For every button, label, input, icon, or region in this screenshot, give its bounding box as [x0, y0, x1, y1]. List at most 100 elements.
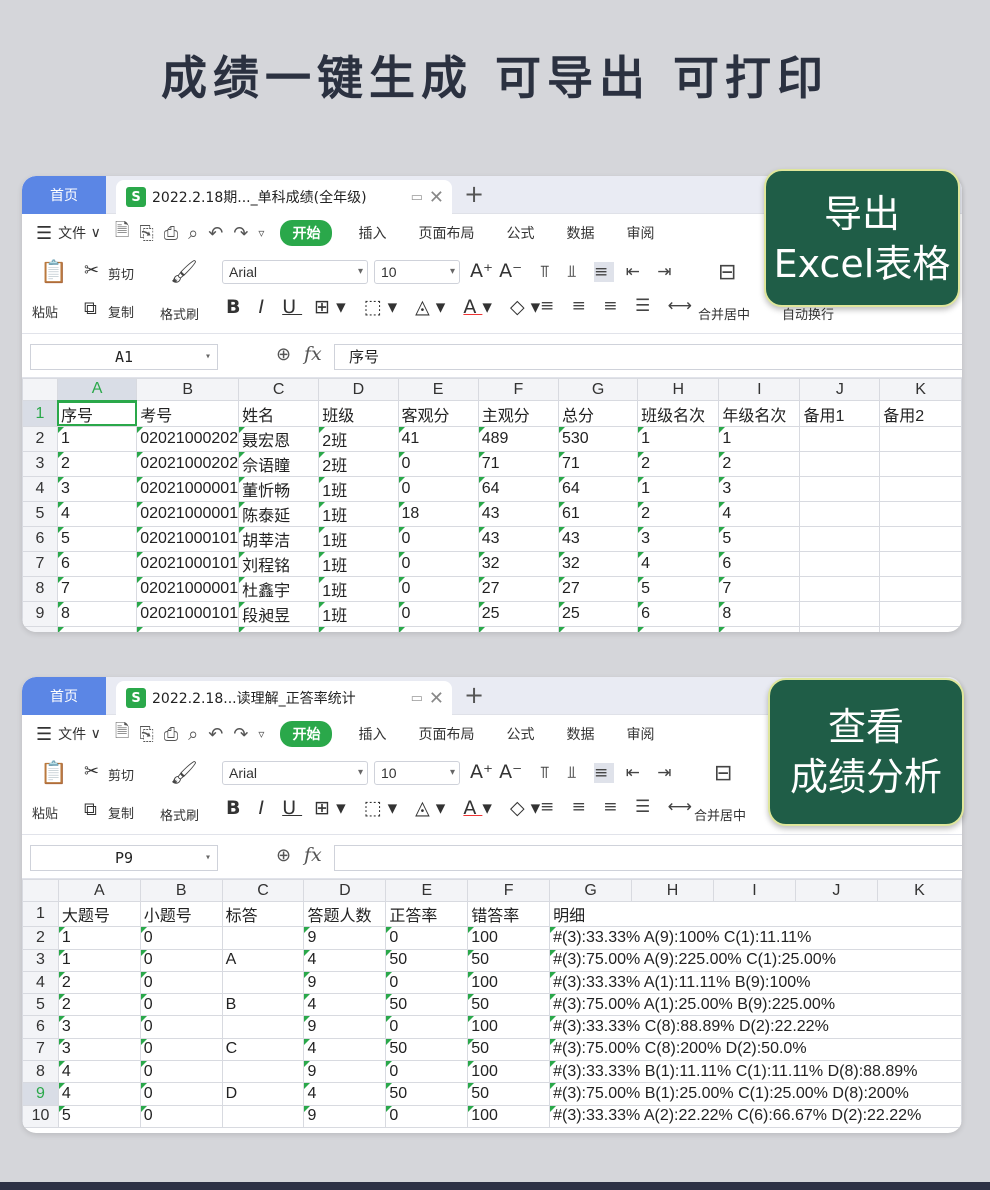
- grow-font-icon[interactable]: A⁺ A⁻: [470, 260, 522, 282]
- cell[interactable]: 25: [477, 625, 559, 632]
- cell[interactable]: 2: [57, 993, 141, 1017]
- column-header[interactable]: H: [637, 377, 720, 402]
- cell[interactable]: 4: [303, 1082, 387, 1106]
- cell[interactable]: 50: [385, 948, 469, 972]
- cell[interactable]: 32: [477, 550, 559, 577]
- row-header[interactable]: 3: [22, 450, 58, 477]
- zoom-icon[interactable]: ⊕: [276, 344, 291, 365]
- cell[interactable]: 3: [56, 475, 138, 502]
- cell[interactable]: 50: [385, 1082, 469, 1106]
- print-icon[interactable]: ⎙: [164, 223, 178, 244]
- row-header[interactable]: 10: [22, 625, 58, 632]
- cell[interactable]: #(3):33.33% B(1):11.11% C(1):11.11% D(8)…: [549, 1060, 962, 1084]
- cell[interactable]: 6: [718, 550, 801, 577]
- cell[interactable]: [221, 1104, 305, 1128]
- cell[interactable]: 4: [57, 1082, 141, 1106]
- cell[interactable]: [879, 625, 962, 632]
- tab-document[interactable]: S 2022.2.18...读理解_正答率统计 ▭ ✕: [116, 681, 452, 715]
- cell[interactable]: [879, 575, 962, 602]
- brush-icon[interactable]: 🖌: [170, 260, 198, 285]
- cell[interactable]: [799, 575, 881, 602]
- row-header[interactable]: 7: [22, 1037, 59, 1062]
- cell[interactable]: 8: [718, 625, 801, 632]
- font-family-select[interactable]: Arial ▾: [222, 260, 368, 284]
- column-header[interactable]: F: [477, 377, 559, 402]
- row-header[interactable]: 3: [22, 948, 59, 972]
- column-header[interactable]: D: [318, 377, 399, 402]
- menu-page-layout[interactable]: 页面布局: [418, 724, 474, 744]
- cell[interactable]: [879, 475, 962, 502]
- quick-more-icon[interactable]: ▿: [258, 226, 264, 240]
- cell[interactable]: 1班: [318, 525, 399, 552]
- cell[interactable]: 0: [385, 970, 469, 995]
- cell[interactable]: 02021000202: [136, 425, 240, 452]
- undo-icon[interactable]: ↶: [208, 724, 223, 745]
- plus-icon[interactable]: +: [464, 681, 484, 709]
- cell[interactable]: 8: [718, 600, 801, 627]
- row-header[interactable]: 6: [22, 525, 58, 552]
- cell[interactable]: 61: [557, 500, 639, 527]
- cell[interactable]: 3: [718, 475, 801, 502]
- row-header[interactable]: 7: [22, 550, 58, 577]
- cell[interactable]: D: [221, 1082, 305, 1106]
- column-header[interactable]: J: [799, 377, 881, 402]
- cell[interactable]: 50: [467, 1037, 551, 1062]
- cell[interactable]: #(3):33.33% A(2):22.22% C(6):66.67% D(2)…: [549, 1104, 962, 1128]
- row-header[interactable]: 5: [22, 993, 59, 1017]
- column-header[interactable]: H: [631, 878, 714, 903]
- cell[interactable]: 27: [557, 575, 639, 602]
- cell[interactable]: 客观分: [397, 400, 479, 427]
- row-header[interactable]: 4: [22, 475, 58, 502]
- font-family-select[interactable]: Arial ▾: [222, 761, 368, 785]
- copy-button[interactable]: 复制: [108, 302, 134, 321]
- fx-icon[interactable]: fx: [304, 844, 322, 866]
- row-header[interactable]: 4: [22, 970, 59, 995]
- cell[interactable]: [799, 625, 881, 632]
- cell[interactable]: 0: [397, 525, 479, 552]
- cell[interactable]: 50: [467, 948, 551, 972]
- cell[interactable]: 备用1: [799, 400, 881, 427]
- redo-icon[interactable]: ↷: [233, 724, 248, 745]
- cell[interactable]: 龚公涵: [238, 625, 320, 632]
- cell[interactable]: 错答率: [467, 901, 551, 928]
- cell[interactable]: 100: [467, 1104, 551, 1128]
- grow-font-icon[interactable]: A⁺ A⁻: [470, 761, 522, 783]
- cell[interactable]: 胡莘洁: [238, 525, 320, 552]
- cell[interactable]: 7: [718, 575, 801, 602]
- brush-icon[interactable]: 🖌: [170, 761, 198, 786]
- cell[interactable]: 32: [557, 550, 639, 577]
- menu-file[interactable]: ☰ 文件 ∨: [36, 223, 101, 244]
- menu-data[interactable]: 数据: [566, 724, 594, 744]
- cell[interactable]: 1: [57, 948, 141, 972]
- cell[interactable]: 0: [397, 475, 479, 502]
- cell[interactable]: 9: [303, 1015, 387, 1039]
- cell[interactable]: 姓名: [238, 400, 320, 427]
- copy-icon[interactable]: ⧉: [84, 298, 97, 319]
- column-header[interactable]: C: [221, 878, 305, 903]
- cell[interactable]: 0: [385, 1104, 469, 1128]
- zoom-icon[interactable]: ⊕: [276, 845, 291, 866]
- cell[interactable]: 4: [303, 993, 387, 1017]
- preview-icon[interactable]: ⌕: [188, 724, 198, 745]
- cell[interactable]: 02021000101: [136, 600, 240, 627]
- cut-button[interactable]: 剪切: [108, 765, 134, 784]
- row-header[interactable]: 2: [22, 926, 59, 950]
- cell[interactable]: 9: [56, 625, 138, 632]
- sheet-grid[interactable]: A B C D E F G H I J K 1 大题号 小题号 标答 答题人数 正答率 错答率 明细 2 1 0 9 0 100…: [22, 878, 962, 1128]
- cut-button[interactable]: 剪切: [108, 264, 134, 283]
- cell[interactable]: 0: [139, 1037, 223, 1062]
- menu-start[interactable]: 开始: [280, 220, 333, 246]
- cell[interactable]: 27: [477, 575, 559, 602]
- undo-icon[interactable]: ↶: [208, 223, 223, 244]
- cell[interactable]: 3: [637, 625, 720, 632]
- column-header[interactable]: I: [718, 377, 801, 402]
- formula-input[interactable]: [334, 845, 962, 871]
- cell[interactable]: 0: [139, 948, 223, 972]
- cell[interactable]: 43: [477, 500, 559, 527]
- cell[interactable]: [221, 1015, 305, 1039]
- menu-start[interactable]: 开始: [280, 721, 333, 747]
- cell[interactable]: 1: [637, 475, 720, 502]
- cell[interactable]: 9: [303, 970, 387, 995]
- cell[interactable]: 0: [139, 926, 223, 950]
- column-header[interactable]: D: [303, 878, 387, 903]
